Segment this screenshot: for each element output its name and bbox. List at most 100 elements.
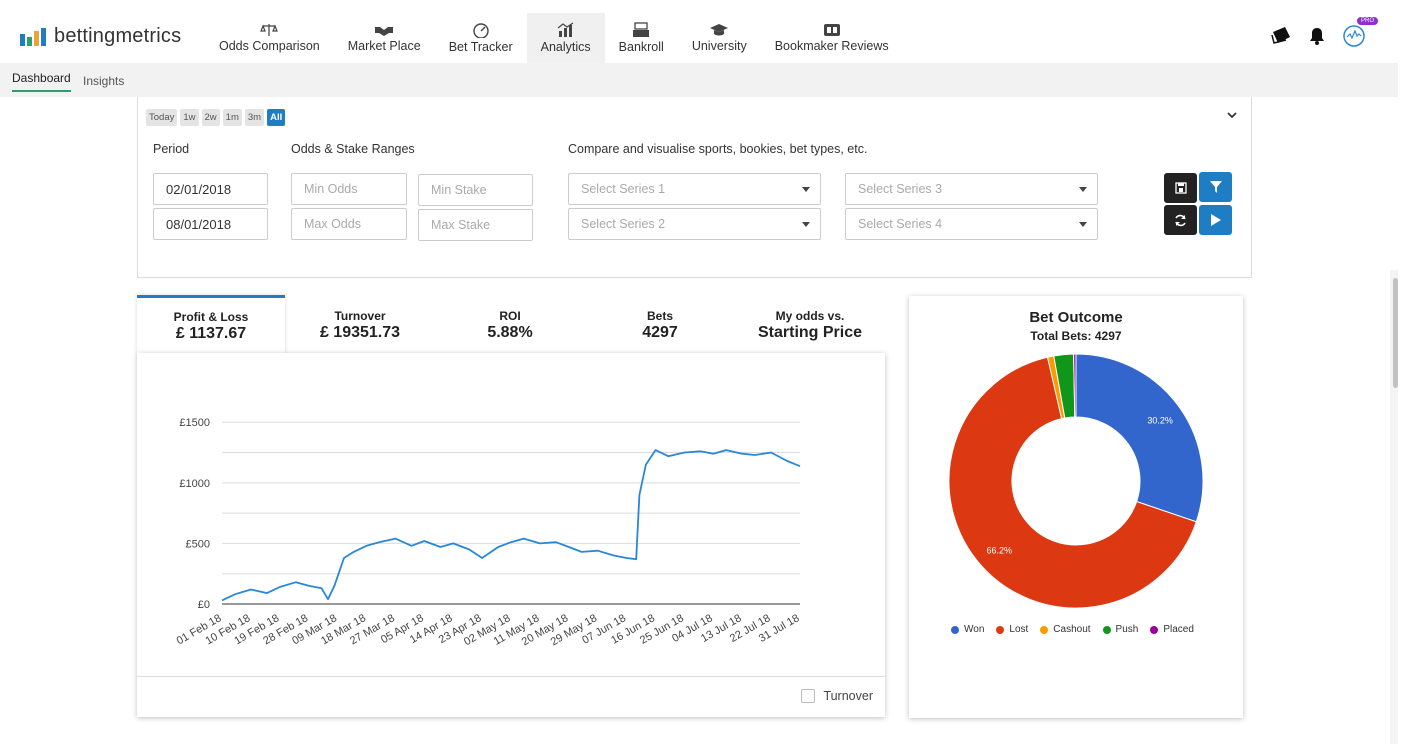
play-icon [1211, 214, 1221, 226]
run-button[interactable] [1199, 205, 1232, 235]
sub-navigation: Dashboard Insights [0, 63, 1398, 97]
collapse-chevron-icon[interactable] [1227, 111, 1237, 119]
turnover-checkbox[interactable] [801, 689, 816, 703]
legend-dot [1040, 625, 1049, 634]
nav-label: Analytics [540, 40, 591, 54]
legend-label: Cashout [1053, 624, 1091, 635]
stat-value: 5.88% [487, 323, 533, 341]
pro-badge: PRO [1356, 17, 1378, 25]
logo[interactable]: bettingmetrics [20, 25, 181, 48]
legend-item-won[interactable]: Won [951, 624, 984, 635]
series-2-placeholder: Select Series 2 [581, 217, 666, 231]
save-icon [1174, 182, 1187, 194]
tab-turnover[interactable]: Turnover £ 19351.73 [285, 295, 435, 355]
legend-item-push[interactable]: Push [1102, 624, 1138, 635]
bell-icon[interactable] [1308, 26, 1326, 46]
range-1m-button[interactable]: 1m [222, 109, 242, 126]
top-icons: PRO [1270, 17, 1378, 49]
filter-button[interactable] [1199, 172, 1232, 202]
series-3-placeholder: Select Series 3 [858, 182, 943, 196]
pie-title: Bet Outcome [1029, 309, 1123, 326]
nav-label: Bankroll [618, 40, 664, 54]
logo-text: bettingmetrics [54, 25, 182, 47]
turnover-toggle[interactable]: Turnover [801, 689, 873, 703]
profit-loss-chart-card: £0 £500 £1000 £1500 01 Feb 18 10 Feb 18 19 Feb… [137, 353, 885, 717]
donut-data-label: 30.2% [1147, 416, 1173, 426]
range-all-button[interactable]: All [267, 109, 286, 126]
betslip-icon[interactable] [1270, 26, 1292, 46]
scales-icon [260, 24, 279, 36]
legend-item-cashout[interactable]: Cashout [1040, 624, 1091, 635]
bar-chart-logo-icon [20, 27, 46, 46]
cash-register-icon [633, 22, 650, 37]
chevron-down-icon [802, 221, 810, 227]
series-3-select[interactable]: Select Series 3 [845, 173, 1098, 205]
pie-legend: Won Lost Cashout Push Placed [951, 624, 1194, 635]
range-1w-button[interactable]: 1w [180, 109, 199, 126]
range-today-button[interactable]: Today [146, 109, 178, 126]
legend-item-placed[interactable]: Placed [1150, 624, 1194, 635]
nav-analytics[interactable]: Analytics [526, 13, 605, 63]
min-stake-input[interactable]: Min Stake [418, 174, 533, 206]
tab-roi[interactable]: ROI 5.88% [435, 295, 585, 355]
bet-outcome-donut-chart: 30.2% 66.2% [948, 354, 1204, 609]
date-from-field[interactable]: 02/01/2018 [153, 173, 268, 205]
date-to-field[interactable]: 08/01/2018 [153, 208, 268, 240]
turnover-label: Turnover [823, 689, 873, 703]
legend-dot [1150, 625, 1159, 634]
refresh-button[interactable] [1164, 205, 1197, 235]
y-tick-label: £500 [186, 538, 210, 550]
nav-label: University [691, 39, 747, 53]
range-2w-button[interactable]: 2w [201, 109, 220, 126]
nav-label: Market Place [347, 39, 421, 53]
filter-panel: Today 1w 2w 1m 3m All Period Odds & Stak… [137, 97, 1252, 278]
nav-odds-comparison[interactable]: Odds Comparison [205, 13, 334, 63]
legend-label: Placed [1163, 624, 1194, 635]
avatar[interactable]: PRO [1342, 17, 1378, 49]
max-odds-input[interactable]: Max Odds [291, 208, 407, 240]
series-1-select[interactable]: Select Series 1 [568, 173, 821, 205]
gauge-icon [472, 23, 489, 38]
nav-label: Bookmaker Reviews [774, 39, 889, 53]
range-3m-button[interactable]: 3m [244, 109, 265, 126]
stat-label: ROI [499, 308, 521, 323]
legend-item-lost[interactable]: Lost [996, 624, 1028, 635]
tab-bets[interactable]: Bets 4297 [585, 295, 735, 355]
chevron-down-icon [802, 186, 810, 192]
series-2-select[interactable]: Select Series 2 [568, 208, 821, 240]
date-range-buttons: Today 1w 2w 1m 3m All [146, 109, 286, 126]
scrollbar-thumb[interactable] [1393, 278, 1398, 388]
legend-label: Won [964, 624, 985, 635]
pie-subtitle: Total Bets: 4297 [1030, 329, 1122, 343]
tab-insights[interactable]: Insights [83, 74, 124, 88]
nav-label: Bet Tracker [448, 40, 513, 54]
period-label: Period [153, 142, 190, 156]
series-1-placeholder: Select Series 1 [581, 182, 666, 196]
analytics-icon [557, 22, 573, 37]
max-stake-input[interactable]: Max Stake [418, 209, 533, 241]
tab-odds-vs-sp[interactable]: My odds vs. Starting Price [735, 295, 885, 355]
tab-dashboard[interactable]: Dashboard [12, 71, 71, 92]
y-tick-label: £0 [198, 599, 210, 611]
ranges-label: Odds & Stake Ranges [291, 142, 415, 156]
stat-tabs: Profit & Loss £ 1137.67 Turnover £ 19351… [137, 295, 885, 355]
donut-data-label: 66.2% [986, 545, 1012, 555]
main-nav: Odds Comparison Market Place Bet Tracker… [205, 13, 903, 63]
refresh-icon [1175, 214, 1186, 226]
nav-bankroll[interactable]: Bankroll [605, 13, 678, 63]
chart-footer: Turnover [137, 676, 885, 717]
series-4-select[interactable]: Select Series 4 [845, 208, 1098, 240]
min-odds-input[interactable]: Min Odds [291, 173, 407, 205]
tab-profit-loss[interactable]: Profit & Loss £ 1137.67 [137, 295, 285, 355]
series-4-placeholder: Select Series 4 [858, 217, 943, 231]
nav-university[interactable]: University [678, 13, 761, 63]
y-tick-label: £1500 [179, 417, 210, 429]
nav-market-place[interactable]: Market Place [334, 13, 435, 63]
nav-bet-tracker[interactable]: Bet Tracker [435, 13, 527, 63]
compare-label: Compare and visualise sports, bookies, b… [568, 142, 868, 156]
save-button[interactable] [1164, 173, 1197, 203]
chevron-down-icon [1079, 221, 1087, 227]
nav-bookmaker-reviews[interactable]: Bookmaker Reviews [761, 13, 903, 63]
filter-icon [1209, 181, 1222, 193]
legend-dot [951, 625, 959, 634]
